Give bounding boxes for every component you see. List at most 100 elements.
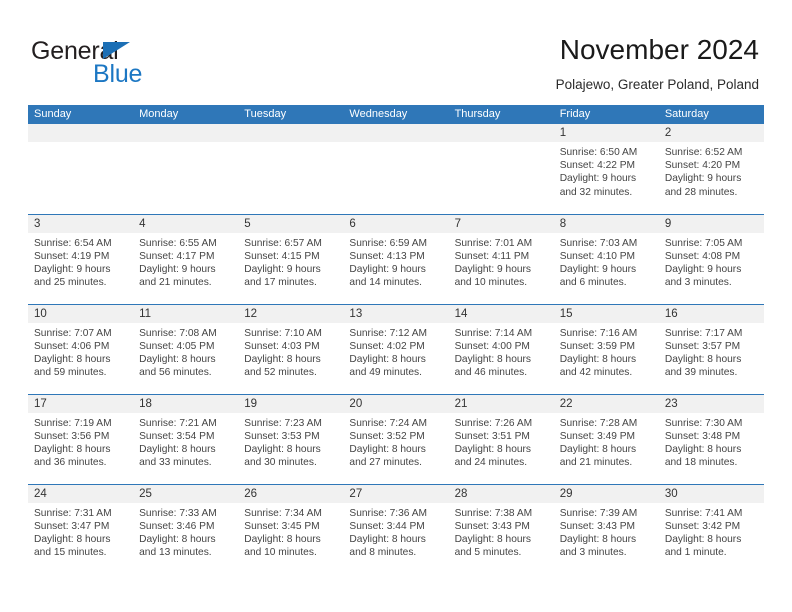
day-number: 10	[28, 304, 134, 323]
day-detail-line: and 30 minutes.	[244, 457, 317, 469]
calendar-day-cell[interactable]: 30 Sunrise: 7:41 AM Sunset: 3:42 PM Dayligh…	[658, 483, 764, 574]
calendar-day-cell[interactable]: 8 Sunrise: 7:03 AM Sunset: 4:10 PM Daylight…	[553, 213, 659, 304]
calendar-day-cell[interactable]: 17 Sunrise: 7:19 AM Sunset: 3:56 PM Dayligh…	[28, 393, 134, 484]
day-detail-line: and 15 minutes.	[34, 547, 107, 559]
day-details: Sunrise: 7:10 AM Sunset: 4:03 PM Daylight:…	[238, 323, 343, 380]
day-detail-line: Sunrise: 7:23 AM	[244, 417, 322, 429]
calendar-day-cell[interactable]: 4 Sunrise: 6:55 AM Sunset: 4:17 PM Daylight…	[133, 213, 239, 304]
day-details: Sunrise: 7:33 AM Sunset: 3:46 PM Daylight:…	[133, 503, 238, 560]
day-number: 20	[343, 394, 449, 413]
day-detail-line: Sunrise: 7:28 AM	[559, 417, 638, 429]
calendar-day-cell[interactable]: 6 Sunrise: 6:59 AM Sunset: 4:13 PM Daylight…	[343, 213, 449, 304]
day-details: Sunrise: 7:38 AM Sunset: 3:43 PM Daylight:…	[449, 503, 554, 560]
day-detail-line: Sunset: 4:11 PM	[454, 250, 530, 262]
day-detail-line: Sunrise: 7:10 AM	[244, 327, 322, 339]
day-details: Sunrise: 7:26 AM Sunset: 3:51 PM Daylight:…	[449, 413, 554, 470]
day-details: Sunrise: 7:31 AM Sunset: 3:47 PM Daylight:…	[28, 503, 133, 560]
general-blue-logo: General Blue	[31, 37, 261, 89]
calendar-day-cell[interactable]: 15 Sunrise: 7:16 AM Sunset: 3:59 PM Dayligh…	[553, 303, 659, 394]
calendar-day-cell[interactable]: 14 Sunrise: 7:14 AM Sunset: 4:00 PM Dayligh…	[448, 303, 554, 394]
day-number: 6	[343, 214, 449, 233]
calendar-day-cell[interactable]: 21 Sunrise: 7:26 AM Sunset: 3:51 PM Dayligh…	[448, 393, 554, 484]
calendar-week-row: 1 Sunrise: 6:50 AM Sunset: 4:22 PM Daylight…	[28, 124, 764, 214]
day-detail-line: Sunset: 4:13 PM	[349, 250, 425, 262]
day-detail-line: Daylight: 9 hours	[664, 263, 742, 275]
day-detail-line: Sunrise: 6:55 AM	[139, 237, 217, 249]
calendar-day-cell[interactable]: 10 Sunrise: 7:07 AM Sunset: 4:06 PM Dayligh…	[28, 303, 134, 394]
day-detail-line: Daylight: 8 hours	[139, 443, 216, 455]
calendar-day-cell[interactable]: 5 Sunrise: 6:57 AM Sunset: 4:15 PM Daylight…	[238, 213, 344, 304]
calendar-day-cell[interactable]: 24 Sunrise: 7:31 AM Sunset: 3:47 PM Dayligh…	[28, 483, 134, 574]
day-details: Sunrise: 7:03 AM Sunset: 4:10 PM Daylight:…	[554, 233, 659, 290]
calendar-day-cell[interactable]: 18 Sunrise: 7:21 AM Sunset: 3:54 PM Dayligh…	[133, 393, 239, 484]
day-number: 4	[133, 214, 239, 233]
day-detail-line: and 18 minutes.	[664, 457, 738, 469]
day-detail-line: and 24 minutes.	[454, 457, 528, 469]
day-details: Sunrise: 7:01 AM Sunset: 4:11 PM Daylight:…	[449, 233, 554, 290]
day-detail-line: Daylight: 8 hours	[454, 533, 532, 545]
calendar-day-cell[interactable]: 16 Sunrise: 7:17 AM Sunset: 3:57 PM Dayligh…	[658, 303, 764, 394]
day-detail-line: Daylight: 8 hours	[559, 443, 637, 455]
calendar-day-cell[interactable]: 11 Sunrise: 7:08 AM Sunset: 4:05 PM Dayligh…	[133, 303, 239, 394]
day-number	[448, 124, 554, 142]
day-number: 13	[343, 304, 449, 323]
calendar-day-cell[interactable]: 26 Sunrise: 7:34 AM Sunset: 3:45 PM Dayligh…	[238, 483, 344, 574]
day-detail-line: Sunrise: 7:07 AM	[34, 327, 112, 339]
day-detail-line: Daylight: 8 hours	[34, 443, 111, 455]
calendar-day-cell[interactable]: 20 Sunrise: 7:24 AM Sunset: 3:52 PM Dayligh…	[343, 393, 449, 484]
day-details: Sunrise: 6:59 AM Sunset: 4:13 PM Daylight:…	[343, 233, 448, 290]
day-details: Sunrise: 6:55 AM Sunset: 4:17 PM Daylight:…	[133, 233, 238, 290]
day-detail-line: and 46 minutes.	[454, 367, 528, 379]
weekday-header-saturday: Saturday	[658, 105, 764, 124]
day-detail-line: and 21 minutes.	[139, 277, 212, 289]
day-detail-line: Sunrise: 6:57 AM	[244, 237, 322, 249]
day-detail-line: Daylight: 8 hours	[349, 443, 426, 455]
calendar-day-cell[interactable]: 7 Sunrise: 7:01 AM Sunset: 4:11 PM Daylight…	[448, 213, 554, 304]
day-detail-line: and 3 minutes.	[559, 547, 627, 559]
day-number: 30	[658, 484, 764, 503]
day-number: 11	[133, 304, 239, 323]
weekday-header-sunday: Sunday	[28, 105, 134, 124]
day-detail-line: and 10 minutes.	[454, 277, 528, 289]
calendar-week-row: 10 Sunrise: 7:07 AM Sunset: 4:06 PM Dayligh…	[28, 303, 764, 394]
weekday-header-tuesday: Tuesday	[238, 105, 344, 124]
day-number: 29	[553, 484, 659, 503]
calendar-day-cell[interactable]: 22 Sunrise: 7:28 AM Sunset: 3:49 PM Dayligh…	[553, 393, 659, 484]
day-number	[343, 124, 449, 142]
day-detail-line: Sunrise: 6:50 AM	[559, 147, 638, 158]
day-detail-line: and 8 minutes.	[349, 547, 417, 559]
calendar-week-row: 17 Sunrise: 7:19 AM Sunset: 3:56 PM Dayligh…	[28, 393, 764, 484]
day-number: 5	[238, 214, 344, 233]
calendar-day-cell[interactable]: 29 Sunrise: 7:39 AM Sunset: 3:43 PM Dayligh…	[553, 483, 659, 574]
day-detail-line: Sunrise: 7:36 AM	[349, 507, 428, 519]
day-detail-line: Daylight: 9 hours	[349, 263, 426, 275]
day-detail-line: and 32 minutes.	[559, 186, 633, 198]
calendar-day-cell[interactable]: 27 Sunrise: 7:36 AM Sunset: 3:44 PM Dayligh…	[343, 483, 449, 574]
calendar-day-cell[interactable]: 25 Sunrise: 7:33 AM Sunset: 3:46 PM Dayligh…	[133, 483, 239, 574]
day-detail-line: Sunset: 3:59 PM	[559, 340, 636, 352]
day-detail-line: Sunrise: 7:05 AM	[664, 237, 743, 249]
calendar-day-cell-empty	[448, 124, 554, 214]
calendar-body: 1 Sunrise: 6:50 AM Sunset: 4:22 PM Daylight…	[28, 124, 764, 574]
calendar-day-cell[interactable]: 23 Sunrise: 7:30 AM Sunset: 3:48 PM Dayligh…	[658, 393, 764, 484]
calendar-day-cell[interactable]: 12 Sunrise: 7:10 AM Sunset: 4:03 PM Dayligh…	[238, 303, 344, 394]
calendar-day-cell[interactable]: 2 Sunrise: 6:52 AM Sunset: 4:20 PM Daylight…	[658, 124, 764, 214]
calendar-day-cell[interactable]: 28 Sunrise: 7:38 AM Sunset: 3:43 PM Dayligh…	[448, 483, 554, 574]
day-detail-line: and 28 minutes.	[664, 186, 738, 198]
day-detail-line: Sunrise: 7:34 AM	[244, 507, 322, 519]
day-detail-line: and 52 minutes.	[244, 367, 317, 379]
day-detail-line: Sunset: 4:17 PM	[139, 250, 215, 262]
day-detail-line: Sunrise: 7:12 AM	[349, 327, 428, 339]
calendar-day-cell[interactable]: 1 Sunrise: 6:50 AM Sunset: 4:22 PM Daylight…	[553, 124, 659, 214]
calendar-day-cell[interactable]: 13 Sunrise: 7:12 AM Sunset: 4:02 PM Dayligh…	[343, 303, 449, 394]
calendar-day-cell[interactable]: 9 Sunrise: 7:05 AM Sunset: 4:08 PM Daylight…	[658, 213, 764, 304]
day-detail-line: Sunset: 3:49 PM	[559, 430, 636, 442]
page-title: November 2024	[559, 34, 759, 65]
day-detail-line: Sunrise: 7:24 AM	[349, 417, 428, 429]
day-detail-line: Sunrise: 7:17 AM	[664, 327, 743, 339]
calendar-day-cell[interactable]: 3 Sunrise: 6:54 AM Sunset: 4:19 PM Daylight…	[28, 213, 134, 304]
day-detail-line: Sunrise: 7:33 AM	[139, 507, 217, 519]
day-number: 9	[658, 214, 764, 233]
calendar-day-cell[interactable]: 19 Sunrise: 7:23 AM Sunset: 3:53 PM Dayligh…	[238, 393, 344, 484]
weekday-header-wednesday: Wednesday	[343, 105, 449, 124]
